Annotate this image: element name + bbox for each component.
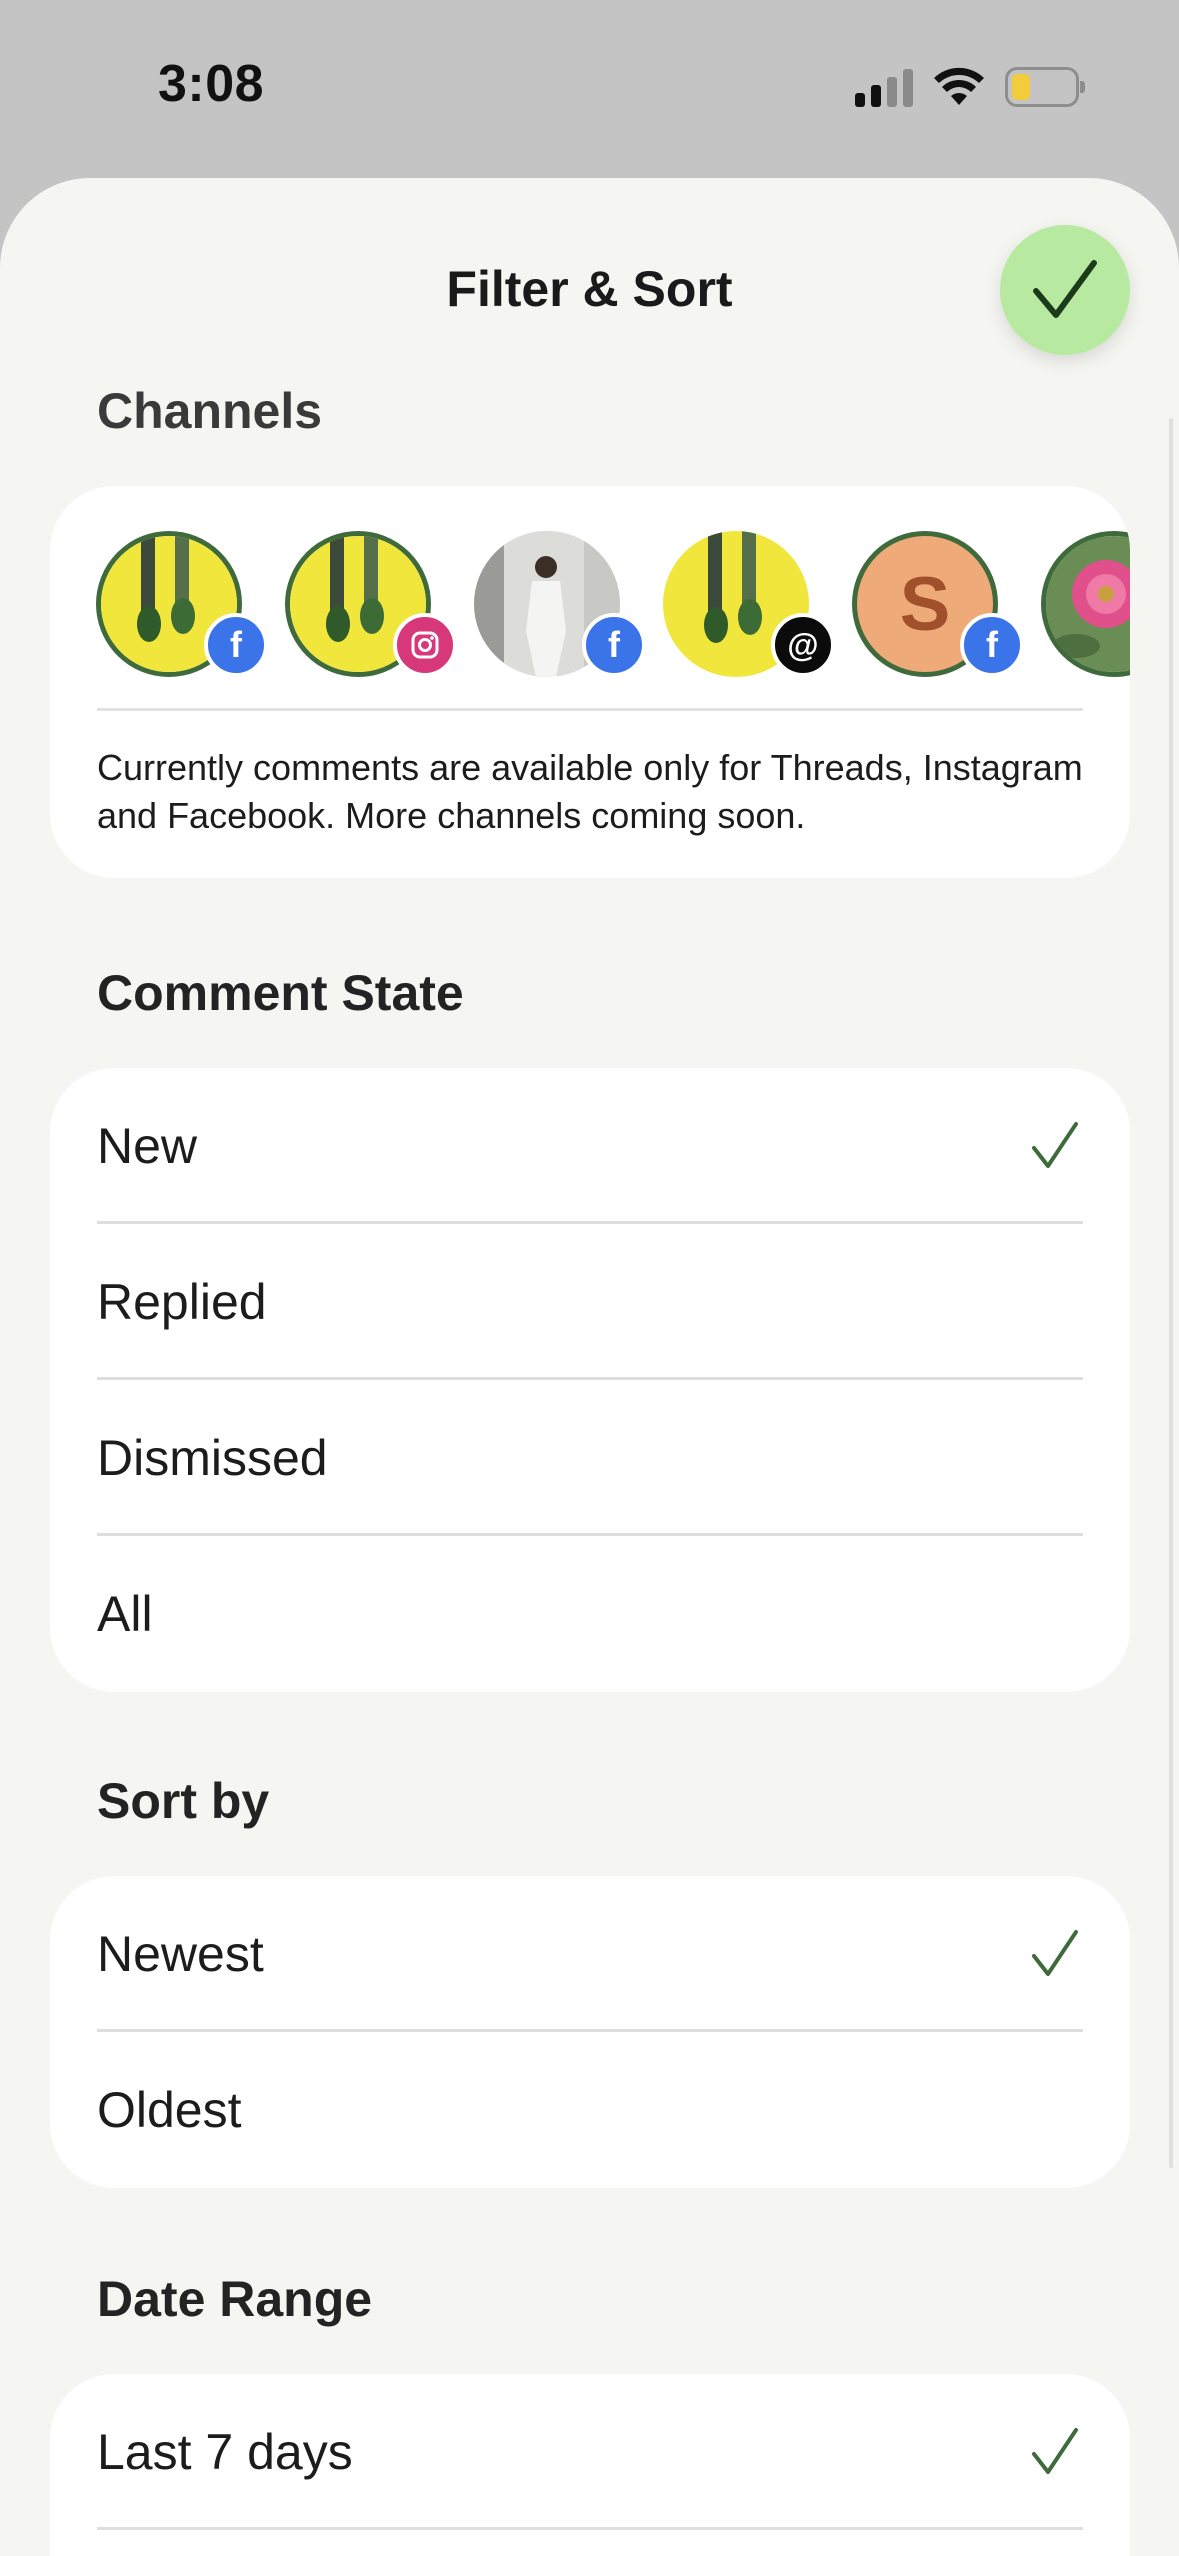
facebook-badge-icon: f — [960, 613, 1024, 677]
threads-badge-icon: @ — [771, 613, 835, 677]
avatar-letter: S — [899, 561, 951, 647]
option-label: All — [97, 1586, 153, 1642]
channels-card: f f @ S f Currently comments are availab… — [50, 486, 1130, 878]
checkmark-icon — [1032, 1122, 1078, 1168]
date-range-card: Last 7 days — [50, 2374, 1130, 2556]
wifi-icon — [934, 67, 984, 105]
comment-state-section-label: Comment State — [97, 965, 464, 1021]
comment-state-option-dismissed[interactable]: Dismissed — [50, 1380, 1130, 1536]
channel-avatar-image — [1041, 531, 1130, 677]
option-label: Replied — [97, 1274, 267, 1330]
option-label: Oldest — [97, 2082, 242, 2138]
done-button[interactable] — [1000, 225, 1130, 355]
comment-state-option-replied[interactable]: Replied — [50, 1224, 1130, 1380]
instagram-badge-icon — [393, 613, 457, 677]
divider — [97, 708, 1083, 711]
comment-state-option-all[interactable]: All — [50, 1536, 1130, 1692]
sort-option-oldest[interactable]: Oldest — [50, 2032, 1130, 2188]
date-range-section-label: Date Range — [97, 2271, 373, 2327]
option-label: Dismissed — [97, 1430, 328, 1486]
channel-avatar[interactable] — [1041, 531, 1130, 681]
facebook-badge-icon: f — [582, 613, 646, 677]
sort-option-newest[interactable]: Newest — [50, 1876, 1130, 2032]
comment-state-card: New Replied Dismissed All — [50, 1068, 1130, 1692]
comment-state-option-new[interactable]: New — [50, 1068, 1130, 1224]
battery-icon — [1005, 67, 1085, 107]
filter-sort-sheet: Filter & Sort Channels f f @ S f Current… — [0, 178, 1179, 2556]
channels-section-label: Channels — [97, 383, 323, 439]
option-label: New — [97, 1118, 198, 1174]
channel-avatar[interactable]: f — [474, 531, 646, 681]
cellular-signal-icon — [855, 67, 913, 107]
checkmark-icon — [1033, 260, 1097, 318]
channel-avatar[interactable]: f — [96, 531, 268, 681]
option-label: Last 7 days — [97, 2424, 353, 2480]
checkmark-icon — [1032, 1930, 1078, 1976]
scroll-indicator[interactable] — [1169, 418, 1173, 2168]
channel-avatar[interactable] — [285, 531, 457, 681]
facebook-badge-icon: f — [204, 613, 268, 677]
checkmark-icon — [1032, 2428, 1078, 2474]
divider — [97, 2527, 1083, 2530]
sort-by-section-label: Sort by — [97, 1773, 270, 1829]
date-range-option-last-7-days[interactable]: Last 7 days — [50, 2374, 1130, 2530]
sort-by-card: Newest Oldest — [50, 1876, 1130, 2188]
channel-avatar[interactable]: S f — [852, 531, 1024, 681]
status-time: 3:08 — [158, 55, 265, 113]
channel-avatar[interactable]: @ — [663, 531, 835, 681]
status-bar: 3:08 — [0, 0, 1179, 178]
channels-note: Currently comments are available only fo… — [97, 747, 1083, 836]
status-icons — [855, 62, 1085, 112]
channel-avatar-list[interactable]: f f @ S f — [96, 531, 1130, 691]
option-label: Newest — [97, 1926, 264, 1982]
